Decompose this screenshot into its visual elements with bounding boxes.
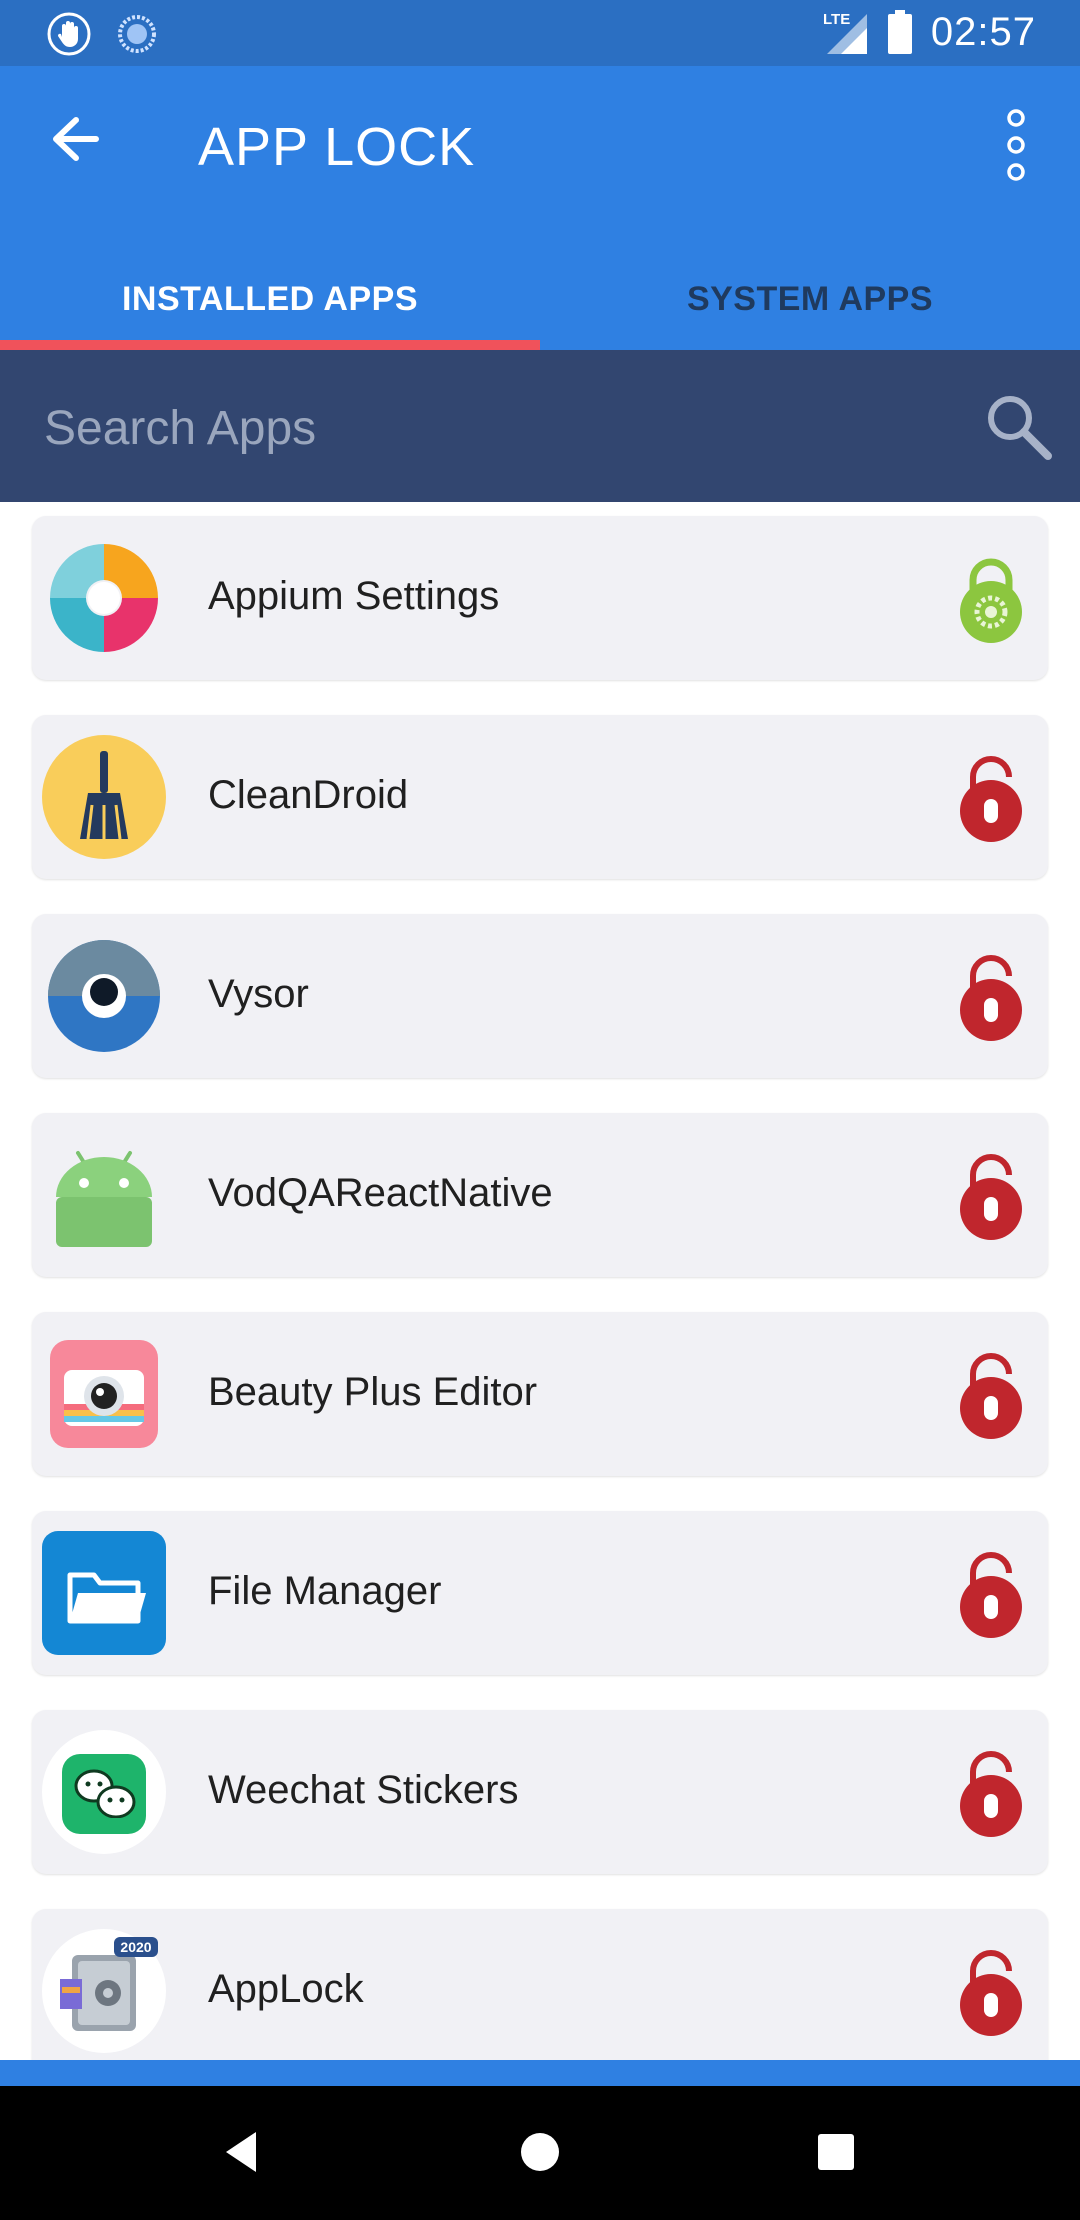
lock-unlocked-icon[interactable]: [956, 950, 1026, 1042]
appium-icon: [50, 544, 158, 652]
app-row-applock[interactable]: 2020 AppLock: [32, 1909, 1048, 2060]
app-row-beauty-plus-editor[interactable]: Beauty Plus Editor: [32, 1312, 1048, 1476]
camera-icon: [50, 1340, 158, 1448]
nav-back-icon[interactable]: [212, 2122, 272, 2182]
app-name: VodQAReactNative: [208, 1171, 553, 1215]
app-list: Appium Settings CleanDroid Vysor VodQARe…: [0, 502, 1080, 2060]
tab-bar: INSTALLED APPS SYSTEM APPS: [0, 248, 1080, 350]
app-name: AppLock: [208, 1967, 364, 2011]
app-name: Beauty Plus Editor: [208, 1370, 538, 1414]
app-row-vysor[interactable]: Vysor: [32, 914, 1048, 1078]
lock-unlocked-icon[interactable]: [956, 1348, 1026, 1440]
app-name: Appium Settings: [208, 574, 500, 618]
app-row-weechat-stickers[interactable]: Weechat Stickers: [32, 1710, 1048, 1874]
applock-safe-icon: 2020: [42, 1929, 166, 2053]
app-row-vodqareactnative[interactable]: VodQAReactNative: [32, 1113, 1048, 1277]
touch-hand-icon: [47, 12, 91, 56]
app-name: Vysor: [208, 972, 309, 1016]
tab-system-apps[interactable]: SYSTEM APPS: [540, 248, 1080, 350]
status-bar: LTE 02:57: [0, 0, 1080, 66]
network-label: LTE: [823, 11, 850, 28]
lock-locked-icon[interactable]: [956, 552, 1026, 644]
app-bar: APP LOCK INSTALLED APPS SYSTEM APPS: [0, 66, 1080, 350]
app-row-file-manager[interactable]: File Manager: [32, 1511, 1048, 1675]
tab-label: INSTALLED APPS: [121, 279, 419, 318]
loading-sun-icon: [118, 15, 156, 53]
status-time: 02:57: [930, 9, 1036, 54]
app-row-appium-settings[interactable]: Appium Settings: [32, 516, 1048, 680]
lock-unlocked-icon[interactable]: [956, 1547, 1026, 1639]
android-icon: [56, 1151, 152, 1247]
app-name: CleanDroid: [208, 773, 409, 817]
battery-icon: [887, 10, 912, 54]
year-badge: 2020: [120, 1939, 151, 1955]
signal-icon: LTE: [823, 11, 867, 54]
nav-recents-icon[interactable]: [806, 2122, 866, 2182]
lock-unlocked-icon[interactable]: [956, 1945, 1026, 2037]
tab-indicator: [0, 340, 540, 350]
lock-unlocked-icon[interactable]: [956, 751, 1026, 843]
vysor-eye-icon: [48, 940, 160, 1052]
tab-installed-apps[interactable]: INSTALLED APPS: [0, 248, 540, 350]
search-bar: [0, 350, 1080, 502]
folder-icon: [42, 1531, 166, 1655]
bottom-banner-strip: [0, 2060, 1080, 2086]
lock-unlocked-icon[interactable]: [956, 1746, 1026, 1838]
search-icon[interactable]: [982, 390, 1054, 462]
page-title: APP LOCK: [198, 117, 476, 177]
broom-icon: [42, 735, 166, 859]
search-input[interactable]: [42, 392, 946, 464]
navigation-bar: [0, 2086, 1080, 2220]
app-name: Weechat Stickers: [208, 1768, 519, 1812]
nav-home-icon[interactable]: [510, 2122, 570, 2182]
lock-unlocked-icon[interactable]: [956, 1149, 1026, 1241]
app-name: File Manager: [208, 1569, 442, 1613]
tab-label: SYSTEM APPS: [686, 279, 934, 318]
more-vertical-icon[interactable]: [996, 106, 1036, 184]
weechat-icon: [42, 1730, 166, 1854]
arrow-back-icon[interactable]: [48, 112, 108, 166]
app-row-cleandroid[interactable]: CleanDroid: [32, 715, 1048, 879]
